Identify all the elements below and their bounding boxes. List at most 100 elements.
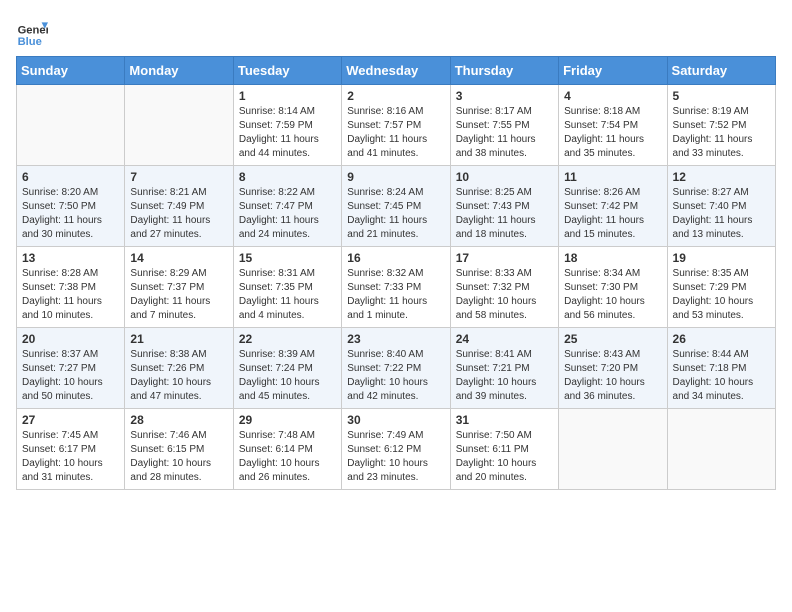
day-number: 5 [673, 89, 770, 103]
calendar-cell [125, 85, 233, 166]
calendar-cell: 10 Sunrise: 8:25 AM Sunset: 7:43 PM Dayli… [450, 166, 558, 247]
calendar-week-row: 27 Sunrise: 7:45 AM Sunset: 6:17 PM Dayli… [17, 409, 776, 490]
day-info: Sunrise: 8:29 AM Sunset: 7:37 PM Dayligh… [130, 267, 227, 323]
day-number: 23 [347, 332, 444, 346]
svg-text:Blue: Blue [18, 36, 42, 48]
day-number: 18 [564, 251, 661, 265]
day-info: Sunrise: 8:31 AM Sunset: 7:35 PM Dayligh… [239, 267, 336, 323]
day-info: Sunrise: 7:46 AM Sunset: 6:15 PM Dayligh… [130, 429, 227, 485]
day-number: 4 [564, 89, 661, 103]
day-number: 20 [22, 332, 119, 346]
column-header-sunday: Sunday [17, 57, 125, 85]
calendar-cell: 8 Sunrise: 8:22 AM Sunset: 7:47 PM Daylig… [233, 166, 341, 247]
day-number: 29 [239, 413, 336, 427]
day-number: 30 [347, 413, 444, 427]
calendar-cell [667, 409, 775, 490]
calendar-table: SundayMondayTuesdayWednesdayThursdayFrid… [16, 56, 776, 490]
calendar-cell: 25Sunrise: 8:43 AM Sunset: 7:20 PM Dayli… [559, 328, 667, 409]
day-info: Sunrise: 8:28 AM Sunset: 7:38 PM Dayligh… [22, 267, 119, 323]
day-info: Sunrise: 8:44 AM Sunset: 7:18 PM Dayligh… [673, 348, 770, 404]
calendar-cell: 11Sunrise: 8:26 AM Sunset: 7:42 PM Dayli… [559, 166, 667, 247]
day-number: 31 [456, 413, 553, 427]
svg-text:General: General [18, 25, 48, 37]
day-number: 19 [673, 251, 770, 265]
calendar-cell: 2Sunrise: 8:16 AM Sunset: 7:57 PM Daylig… [342, 85, 450, 166]
calendar-cell: 18 Sunrise: 8:34 AM Sunset: 7:30 PM Dayli… [559, 247, 667, 328]
day-info: Sunrise: 7:45 AM Sunset: 6:17 PM Dayligh… [22, 429, 119, 485]
day-info: Sunrise: 8:40 AM Sunset: 7:22 PM Dayligh… [347, 348, 444, 404]
day-info: Sunrise: 8:41 AM Sunset: 7:21 PM Dayligh… [456, 348, 553, 404]
day-info: Sunrise: 8:18 AM Sunset: 7:54 PM Dayligh… [564, 105, 661, 161]
day-number: 1 [239, 89, 336, 103]
day-number: 6 [22, 170, 119, 184]
calendar-week-row: 13Sunrise: 8:28 AM Sunset: 7:38 PM Dayli… [17, 247, 776, 328]
calendar-cell: 20 Sunrise: 8:37 AM Sunset: 7:27 PM Dayli… [17, 328, 125, 409]
logo-icon: General Blue [16, 16, 48, 48]
calendar-week-row: 20 Sunrise: 8:37 AM Sunset: 7:27 PM Dayli… [17, 328, 776, 409]
column-header-tuesday: Tuesday [233, 57, 341, 85]
day-number: 14 [130, 251, 227, 265]
calendar-cell: 13Sunrise: 8:28 AM Sunset: 7:38 PM Dayli… [17, 247, 125, 328]
day-info: Sunrise: 8:34 AM Sunset: 7:30 PM Dayligh… [564, 267, 661, 323]
day-info: Sunrise: 8:27 AM Sunset: 7:40 PM Dayligh… [673, 186, 770, 242]
day-info: Sunrise: 7:48 AM Sunset: 6:14 PM Dayligh… [239, 429, 336, 485]
day-number: 12 [673, 170, 770, 184]
calendar-cell: 4 Sunrise: 8:18 AM Sunset: 7:54 PM Daylig… [559, 85, 667, 166]
day-number: 9 [347, 170, 444, 184]
day-info: Sunrise: 8:35 AM Sunset: 7:29 PM Dayligh… [673, 267, 770, 323]
column-header-wednesday: Wednesday [342, 57, 450, 85]
calendar-cell: 17 Sunrise: 8:33 AM Sunset: 7:32 PM Dayli… [450, 247, 558, 328]
day-number: 7 [130, 170, 227, 184]
day-info: Sunrise: 8:24 AM Sunset: 7:45 PM Dayligh… [347, 186, 444, 242]
day-number: 17 [456, 251, 553, 265]
calendar-cell: 9 Sunrise: 8:24 AM Sunset: 7:45 PM Daylig… [342, 166, 450, 247]
column-header-saturday: Saturday [667, 57, 775, 85]
calendar-cell: 21 Sunrise: 8:38 AM Sunset: 7:26 PM Dayli… [125, 328, 233, 409]
day-info: Sunrise: 7:50 AM Sunset: 6:11 PM Dayligh… [456, 429, 553, 485]
calendar-cell: 1 Sunrise: 8:14 AM Sunset: 7:59 PM Daylig… [233, 85, 341, 166]
day-info: Sunrise: 8:25 AM Sunset: 7:43 PM Dayligh… [456, 186, 553, 242]
day-number: 26 [673, 332, 770, 346]
day-number: 28 [130, 413, 227, 427]
day-info: Sunrise: 8:17 AM Sunset: 7:55 PM Dayligh… [456, 105, 553, 161]
page-header: General Blue [16, 16, 776, 48]
day-info: Sunrise: 8:43 AM Sunset: 7:20 PM Dayligh… [564, 348, 661, 404]
calendar-week-row: 6 Sunrise: 8:20 AM Sunset: 7:50 PM Daylig… [17, 166, 776, 247]
calendar-cell [17, 85, 125, 166]
calendar-header-row: SundayMondayTuesdayWednesdayThursdayFrid… [17, 57, 776, 85]
day-number: 16 [347, 251, 444, 265]
day-number: 24 [456, 332, 553, 346]
day-number: 22 [239, 332, 336, 346]
day-number: 8 [239, 170, 336, 184]
calendar-week-row: 1 Sunrise: 8:14 AM Sunset: 7:59 PM Daylig… [17, 85, 776, 166]
calendar-cell: 26 Sunrise: 8:44 AM Sunset: 7:18 PM Dayli… [667, 328, 775, 409]
day-info: Sunrise: 7:49 AM Sunset: 6:12 PM Dayligh… [347, 429, 444, 485]
calendar-cell: 16 Sunrise: 8:32 AM Sunset: 7:33 PM Dayli… [342, 247, 450, 328]
logo: General Blue [16, 16, 48, 48]
calendar-cell: 15Sunrise: 8:31 AM Sunset: 7:35 PM Dayli… [233, 247, 341, 328]
calendar-cell [559, 409, 667, 490]
day-info: Sunrise: 8:22 AM Sunset: 7:47 PM Dayligh… [239, 186, 336, 242]
calendar-cell: 22Sunrise: 8:39 AM Sunset: 7:24 PM Dayli… [233, 328, 341, 409]
day-info: Sunrise: 8:14 AM Sunset: 7:59 PM Dayligh… [239, 105, 336, 161]
day-number: 3 [456, 89, 553, 103]
day-number: 10 [456, 170, 553, 184]
day-number: 21 [130, 332, 227, 346]
calendar-cell: 30 Sunrise: 7:49 AM Sunset: 6:12 PM Dayli… [342, 409, 450, 490]
day-info: Sunrise: 8:33 AM Sunset: 7:32 PM Dayligh… [456, 267, 553, 323]
day-info: Sunrise: 8:16 AM Sunset: 7:57 PM Dayligh… [347, 105, 444, 161]
day-number: 27 [22, 413, 119, 427]
calendar-cell: 19 Sunrise: 8:35 AM Sunset: 7:29 PM Dayli… [667, 247, 775, 328]
day-info: Sunrise: 8:32 AM Sunset: 7:33 PM Dayligh… [347, 267, 444, 323]
day-info: Sunrise: 8:19 AM Sunset: 7:52 PM Dayligh… [673, 105, 770, 161]
calendar-cell: 29 Sunrise: 7:48 AM Sunset: 6:14 PM Dayli… [233, 409, 341, 490]
day-info: Sunrise: 8:38 AM Sunset: 7:26 PM Dayligh… [130, 348, 227, 404]
column-header-friday: Friday [559, 57, 667, 85]
day-info: Sunrise: 8:37 AM Sunset: 7:27 PM Dayligh… [22, 348, 119, 404]
calendar-cell: 31 Sunrise: 7:50 AM Sunset: 6:11 PM Dayli… [450, 409, 558, 490]
calendar-cell: 5 Sunrise: 8:19 AM Sunset: 7:52 PM Daylig… [667, 85, 775, 166]
day-number: 11 [564, 170, 661, 184]
calendar-cell: 23 Sunrise: 8:40 AM Sunset: 7:22 PM Dayli… [342, 328, 450, 409]
calendar-cell: 7Sunrise: 8:21 AM Sunset: 7:49 PM Daylig… [125, 166, 233, 247]
day-info: Sunrise: 8:20 AM Sunset: 7:50 PM Dayligh… [22, 186, 119, 242]
